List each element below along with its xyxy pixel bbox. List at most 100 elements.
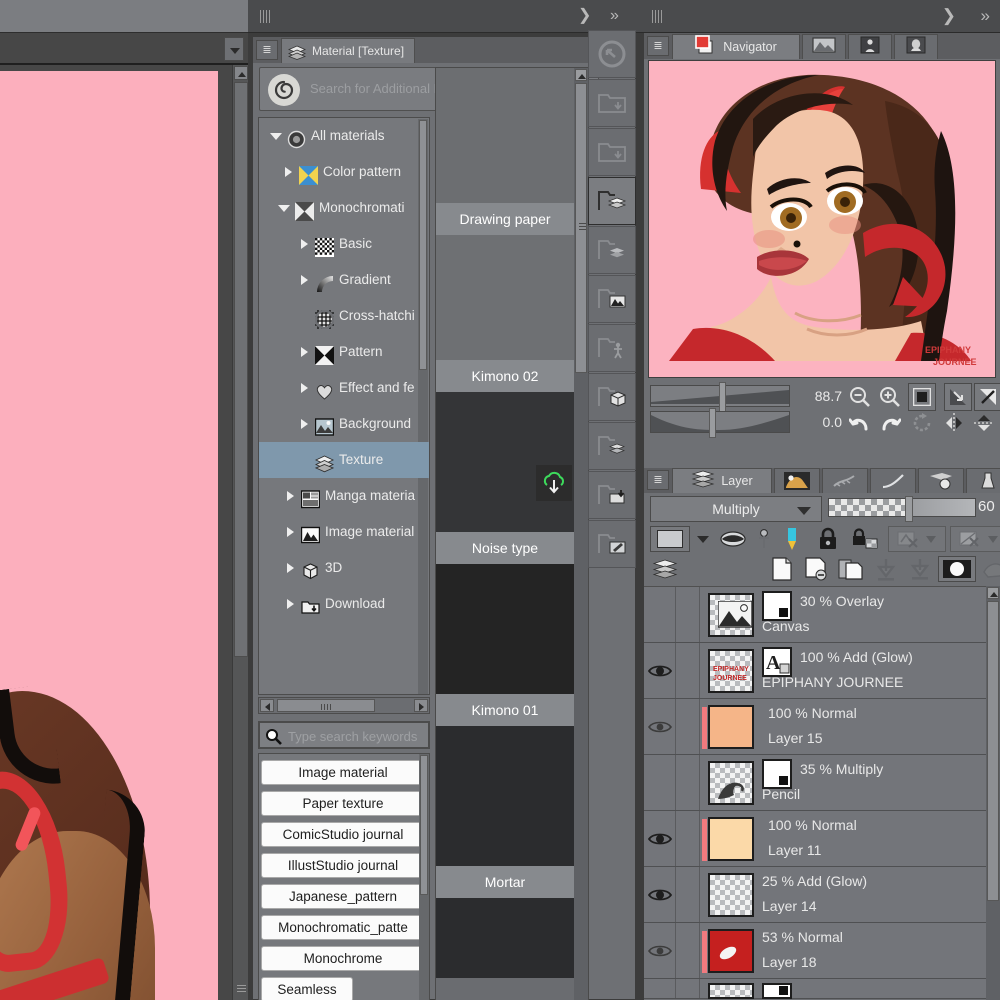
folder-download-button[interactable]	[588, 471, 636, 519]
layer-thumbnail[interactable]	[708, 983, 754, 999]
material-preview[interactable]	[436, 68, 574, 203]
layer-lock-cell[interactable]	[676, 755, 700, 810]
tree-item-image-material[interactable]: Image material	[259, 514, 429, 550]
zoom-value[interactable]: 88.7	[794, 388, 842, 404]
chevron-right-icon[interactable]	[301, 347, 310, 357]
layer-mask-pin-icon[interactable]	[752, 526, 776, 552]
fit-to-screen-icon[interactable]	[908, 383, 936, 411]
layer-visibility-toggle[interactable]	[644, 643, 676, 698]
folder-layer-button[interactable]	[588, 422, 636, 470]
canvas-vertical-scrollbar[interactable]	[232, 65, 248, 1000]
lock-transparent-pixels-icon[interactable]	[848, 526, 882, 552]
layer-thumbnail[interactable]	[708, 817, 754, 861]
tree-item-gradient[interactable]: Gradient	[259, 262, 429, 298]
folder-edit-button[interactable]	[588, 520, 636, 568]
tab-navigator[interactable]: Navigator	[672, 34, 800, 59]
layer-thumbnail[interactable]	[708, 761, 754, 805]
layer-visibility-toggle[interactable]	[644, 867, 676, 922]
layer-lock-cell[interactable]	[676, 979, 700, 998]
panel-menu-icon[interactable]: ≣	[647, 470, 669, 490]
layer-type-thumbnail[interactable]: A	[762, 647, 792, 677]
layer-mask-thumbnail[interactable]	[762, 591, 792, 621]
folder-color-pattern-button[interactable]	[588, 79, 636, 127]
material-preview[interactable]	[436, 726, 574, 866]
table-row[interactable]: 30 % Overlay Canvas	[644, 587, 1000, 643]
tree-item-cross-hatching[interactable]: Cross-hatchi	[259, 298, 429, 334]
scrollbar-thumb[interactable]	[575, 83, 587, 373]
keyword-chip[interactable]: Japanese_pattern	[261, 884, 425, 909]
layer-visibility-toggle[interactable]	[644, 811, 676, 866]
reset-rotation-icon[interactable]	[908, 409, 936, 437]
rotation-slider-knob[interactable]	[709, 408, 716, 438]
material-preview[interactable]	[436, 392, 574, 532]
layer-thumbnail[interactable]	[708, 705, 754, 749]
drag-grip-icon[interactable]	[260, 10, 270, 23]
transfer-down-button[interactable]	[872, 556, 900, 582]
fit-reduce-icon[interactable]	[944, 383, 972, 411]
keyword-chip[interactable]: IllustStudio journal	[261, 853, 425, 878]
chevron-down-icon[interactable]	[271, 131, 280, 141]
fit-enlarge-icon[interactable]	[974, 383, 1000, 411]
ruler-disable-button[interactable]	[888, 526, 946, 552]
tab-item-bank[interactable]	[848, 34, 892, 59]
rotation-value[interactable]: 0.0	[794, 414, 842, 430]
new-folder-button[interactable]	[836, 556, 866, 582]
chevron-right-icon[interactable]: ❯	[578, 8, 592, 24]
canvas-artwork[interactable]	[0, 71, 218, 1000]
chevron-right-icon[interactable]	[287, 563, 296, 573]
zoom-slider[interactable]	[650, 385, 790, 407]
layer-name[interactable]: EPIPHANY JOURNEE	[762, 674, 903, 690]
layer-thumbnail[interactable]	[708, 593, 754, 637]
folder-3d-button[interactable]	[588, 373, 636, 421]
tree-item-color-pattern[interactable]: Color pattern	[259, 154, 429, 190]
layer-visibility-toggle[interactable]	[644, 699, 676, 754]
material-preview[interactable]	[436, 235, 574, 360]
layer-lock-cell[interactable]	[676, 867, 700, 922]
keyword-chip[interactable]: Monochrome	[261, 946, 425, 971]
opacity-slider[interactable]	[828, 498, 976, 517]
tab-brush-stroke[interactable]	[822, 468, 868, 493]
layer-list-scrollbar[interactable]	[986, 586, 1000, 1000]
keyword-search-input[interactable]: Type search keywords	[258, 721, 430, 749]
folder-manga-button[interactable]	[588, 226, 636, 274]
material-vertical-toolbar[interactable]	[588, 30, 638, 722]
layer-lock-cell[interactable]	[676, 811, 700, 866]
material-thumbnail-item[interactable]: Kimono 01	[436, 564, 574, 726]
layer-mask-thumbnail[interactable]	[762, 983, 792, 999]
zoom-out-icon[interactable]	[846, 383, 874, 411]
layer-name[interactable]: Layer 15	[768, 730, 822, 746]
clip-to-layer-icon[interactable]	[718, 526, 748, 552]
layer-name[interactable]: Pencil	[762, 786, 800, 802]
lock-layer-icon[interactable]	[814, 526, 842, 552]
chevron-right-icon[interactable]	[301, 419, 310, 429]
folder-image-button[interactable]	[588, 275, 636, 323]
navigator-preview[interactable]: EPIPHANY JOURNEE	[648, 60, 996, 378]
panel-menu-icon[interactable]: ≣	[647, 36, 669, 56]
layer-lock-cell[interactable]	[676, 699, 700, 754]
chevron-right-icon[interactable]: ❯	[942, 6, 956, 26]
layer-visibility-toggle[interactable]	[644, 755, 676, 810]
chevron-double-right-icon[interactable]: »	[981, 6, 990, 26]
canvas-command-bar[interactable]	[0, 33, 248, 65]
opacity-slider-knob[interactable]	[905, 496, 913, 522]
new-raster-layer-button[interactable]	[768, 556, 796, 582]
grid-disable-button[interactable]	[950, 526, 1000, 552]
layer-visibility-toggle[interactable]	[644, 923, 676, 978]
tree-item-texture[interactable]: Texture	[259, 442, 429, 478]
zoom-slider-knob[interactable]	[719, 382, 726, 412]
flip-vertical-icon[interactable]	[970, 409, 998, 437]
chevron-right-icon[interactable]	[301, 383, 310, 393]
chevron-down-icon[interactable]	[692, 526, 714, 552]
table-row[interactable]: 35 % Multiply Pencil	[644, 755, 1000, 811]
tab-curve[interactable]	[870, 468, 916, 493]
layer-visibility-toggle[interactable]	[644, 979, 676, 998]
layer-name[interactable]: Canvas	[762, 618, 809, 634]
scroll-left-icon[interactable]	[260, 699, 274, 712]
folder-texture-button[interactable]	[588, 177, 636, 225]
tree-item-basic[interactable]: Basic	[259, 226, 429, 262]
chevron-right-icon[interactable]	[287, 599, 296, 609]
scrollbar-thumb[interactable]	[420, 755, 428, 895]
folder-monochrome-button[interactable]	[588, 128, 636, 176]
merge-down-button[interactable]	[906, 556, 934, 582]
scrollbar-thumb[interactable]	[234, 82, 248, 657]
